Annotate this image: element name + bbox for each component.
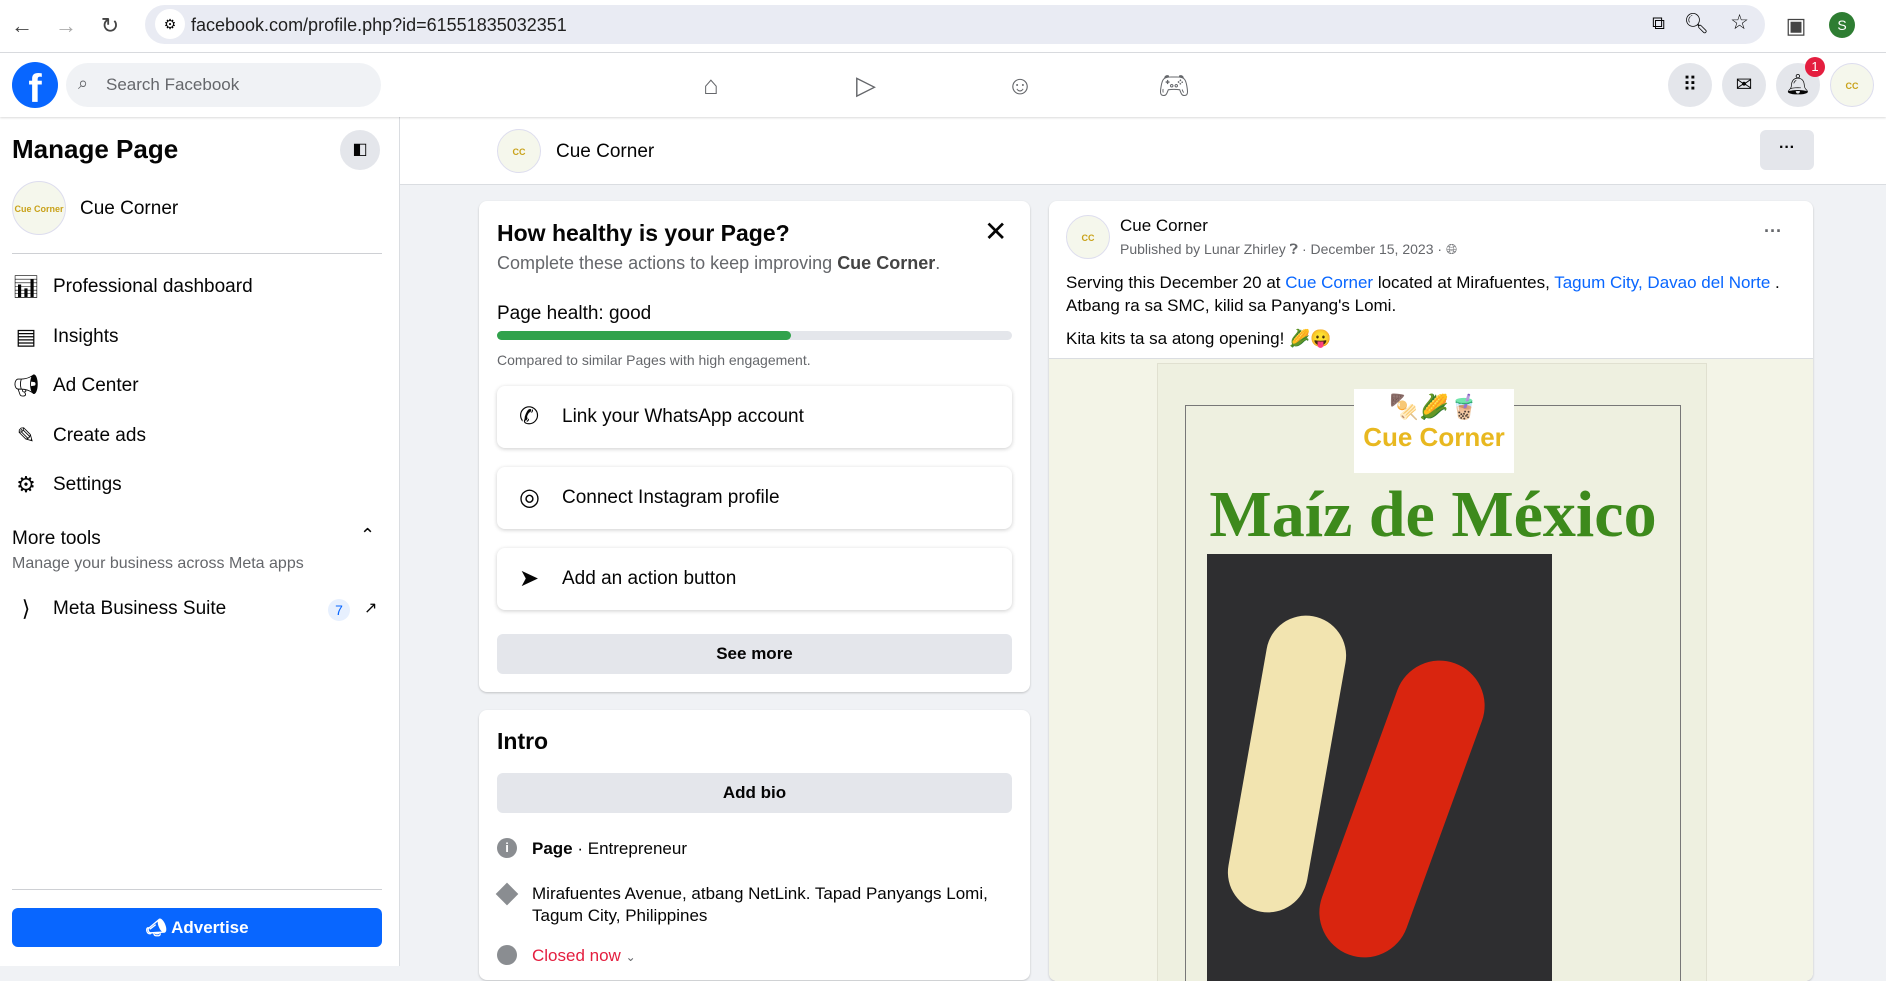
page-avatar[interactable]: Cue Corner (12, 181, 66, 235)
megaphone-icon: 📢︎ (12, 373, 40, 398)
post-meta: Published by Lunar Zhirley ❓︎ · December… (1120, 241, 1458, 257)
chevron-down-icon: ⌄ (625, 950, 636, 964)
collapse-sidebar-icon[interactable]: ◧ (340, 130, 380, 170)
info-icon: i (497, 838, 517, 858)
see-more-button[interactable]: See more (497, 634, 1012, 674)
page-link[interactable]: Cue Corner (1285, 273, 1373, 292)
page-header: CC Cue Corner ··· (400, 117, 1886, 185)
sidebar-item-create-ads[interactable]: ✎ Create ads (12, 416, 382, 456)
profile-avatar[interactable]: S (1829, 12, 1855, 38)
post-image[interactable]: 🍢🌽🧋 Cue Corner Maíz de México (1049, 358, 1813, 981)
search-placeholder: Search Facebook (106, 75, 240, 94)
url-text: facebook.com/profile.php?id=615518350323… (191, 15, 567, 35)
edit-icon: ✎ (16, 423, 36, 448)
post-options-icon[interactable]: ··· (1764, 221, 1782, 242)
chart-icon: 📊︎ (12, 274, 40, 299)
manage-page-sidebar: Manage Page ◧ Cue Corner Cue Corner 📊︎ Pr… (0, 117, 400, 966)
search-input[interactable]: ⌕ Search Facebook (66, 63, 381, 107)
sidebar-item-ad-center[interactable]: 📢︎ Ad Center (12, 366, 382, 406)
browser-toolbar: ← → ↻ ⚙ facebook.com/profile.php?id=6155… (0, 0, 1886, 53)
site-info-icon[interactable]: ⚙ (155, 9, 185, 39)
divider (12, 253, 382, 254)
corn-photo (1207, 554, 1552, 981)
health-status: Page health: good (497, 303, 652, 324)
post-card: CC Cue Corner Published by Lunar Zhirley… (1049, 201, 1813, 981)
sidebar-item-meta-business-suite[interactable]: ⟩ Meta Business Suite 7 ↗ (12, 589, 382, 629)
page-category: Page · Entrepreneur (532, 839, 687, 858)
instagram-icon: ◎ (519, 484, 540, 511)
whatsapp-icon: ✆ (519, 403, 540, 430)
page-address: Mirafuentes Avenue, atbang NetLink. Tapa… (532, 884, 988, 925)
health-progress-bar (497, 331, 1012, 340)
advertise-button[interactable]: 📣︎ Advertise (12, 908, 382, 947)
insights-icon: ▤ (15, 324, 37, 349)
cursor-icon: ➤ (519, 565, 540, 592)
directions-icon (495, 882, 519, 906)
external-link-icon: ↗ (364, 600, 378, 617)
page-header-name[interactable]: Cue Corner (556, 141, 654, 163)
health-title: How healthy is your Page? (497, 220, 790, 246)
globe-icon: 🌐︎ (1445, 241, 1458, 257)
more-options-button[interactable]: ··· (1760, 130, 1814, 170)
facebook-header: f ⌕ Search Facebook ⌂ ▷ ☺ 🎮︎ ⠿ ✉ 🔔︎ 1 CC (0, 53, 1886, 117)
page-health-card: How healthy is your Page? ✕ Complete the… (479, 201, 1030, 692)
video-icon[interactable]: ▷ (836, 67, 896, 103)
sidebar-item-settings[interactable]: ⚙ Settings (12, 465, 382, 505)
groups-icon[interactable]: ☺ (990, 67, 1050, 103)
forward-icon[interactable]: → (50, 10, 82, 42)
divider (12, 889, 382, 890)
gaming-icon[interactable]: 🎮︎ (1144, 67, 1204, 103)
sidebar-item-insights[interactable]: ▤ Insights (12, 317, 382, 357)
count-badge: 7 (328, 599, 350, 621)
connect-instagram-button[interactable]: ◎ Connect Instagram profile (497, 467, 1012, 529)
post-text: Serving this December 20 at Cue Corner l… (1066, 273, 1780, 348)
notification-badge: 1 (1805, 57, 1825, 77)
health-compare: Compared to similar Pages with high enga… (497, 352, 811, 368)
more-tools-heading[interactable]: More tools (12, 528, 101, 550)
brand-logo: 🍢🌽🧋 Cue Corner (1354, 389, 1514, 473)
page-header-avatar[interactable]: CC (497, 129, 541, 173)
image-title: Maíz de México (1209, 478, 1657, 551)
clock-icon (497, 945, 517, 965)
star-icon[interactable]: ☆ (1730, 10, 1749, 35)
meta-suite-icon: ⟩ (21, 596, 31, 621)
search-icon: ⌕ (78, 73, 89, 93)
back-icon[interactable]: ← (6, 10, 38, 42)
side-panel-icon[interactable]: ▣ (1780, 10, 1812, 42)
add-bio-button[interactable]: Add bio (497, 773, 1012, 813)
intro-card: Intro Add bio i Page · Entrepreneur Mira… (479, 710, 1030, 980)
help-icon: ❓︎ (1289, 241, 1299, 257)
facebook-logo[interactable]: f (12, 62, 58, 108)
gear-icon: ⚙ (16, 472, 36, 497)
hours-status[interactable]: Closed now ⌄ (532, 946, 636, 966)
close-icon[interactable]: ✕ (984, 215, 1007, 248)
health-progress-fill (497, 331, 791, 340)
health-subtitle: Complete these actions to keep improving… (497, 253, 941, 273)
account-avatar[interactable]: CC (1830, 63, 1874, 107)
location-link[interactable]: Tagum City, Davao del Norte (1554, 273, 1770, 292)
zoom-icon[interactable]: 🔍︎ (1684, 11, 1709, 36)
address-bar[interactable]: ⚙ facebook.com/profile.php?id=6155183503… (145, 5, 1765, 44)
add-action-button[interactable]: ➤ Add an action button (497, 548, 1012, 610)
sidebar-item-professional-dashboard[interactable]: 📊︎ Professional dashboard (12, 267, 382, 307)
post-author-avatar[interactable]: CC (1066, 215, 1110, 259)
post-date[interactable]: · December 15, 2023 · (1298, 241, 1446, 257)
more-tools-subtitle: Manage your business across Meta apps (12, 555, 304, 572)
menu-grid-icon[interactable]: ⠿ (1668, 63, 1712, 107)
intro-title: Intro (497, 728, 549, 754)
megaphone-icon: 📣︎ (145, 918, 172, 937)
install-icon[interactable]: ⧉ (1652, 13, 1665, 34)
messenger-icon[interactable]: ✉ (1722, 63, 1766, 107)
sidebar-title: Manage Page (12, 134, 179, 164)
home-icon[interactable]: ⌂ (681, 67, 741, 103)
link-whatsapp-button[interactable]: ✆ Link your WhatsApp account (497, 386, 1012, 448)
chevron-up-icon[interactable]: ⌃ (360, 525, 375, 546)
page-name[interactable]: Cue Corner (80, 198, 178, 220)
reload-icon[interactable]: ↻ (94, 10, 126, 42)
post-author[interactable]: Cue Corner (1120, 216, 1208, 236)
